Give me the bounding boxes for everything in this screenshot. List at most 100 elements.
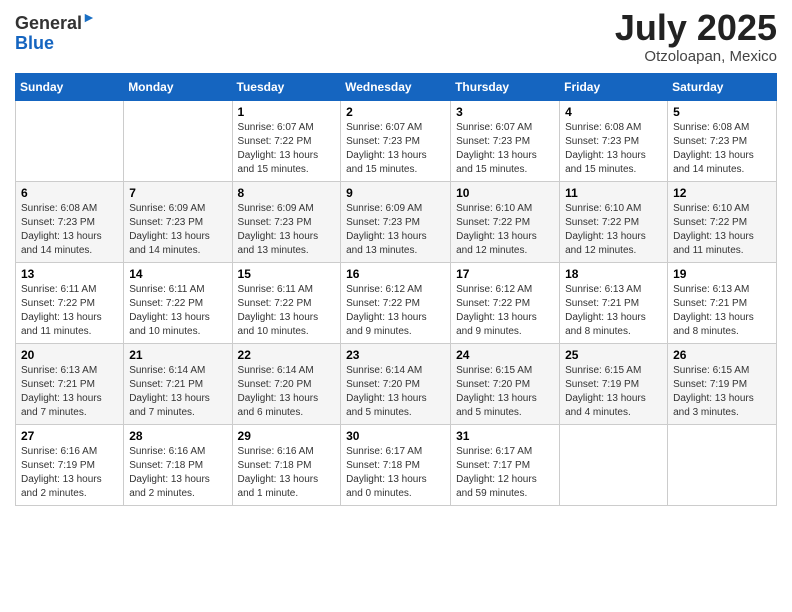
day-number: 13	[21, 267, 118, 281]
day-info: Sunrise: 6:07 AMSunset: 7:23 PMDaylight:…	[456, 121, 554, 177]
page-container: General► Blue July 2025 Otzoloapan, Mexi…	[0, 0, 792, 516]
table-row: 16 Sunrise: 6:12 AMSunset: 7:22 PMDayligh…	[341, 263, 451, 344]
day-info: Sunrise: 6:12 AMSunset: 7:22 PMDaylight:…	[456, 283, 554, 339]
logo: General► Blue	[15, 10, 96, 54]
day-number: 7	[129, 186, 226, 200]
day-info: Sunrise: 6:13 AMSunset: 7:21 PMDaylight:…	[21, 364, 118, 420]
day-info: Sunrise: 6:09 AMSunset: 7:23 PMDaylight:…	[346, 202, 445, 258]
day-number: 23	[346, 348, 445, 362]
table-row: 2 Sunrise: 6:07 AMSunset: 7:23 PMDaylight…	[341, 101, 451, 182]
table-row: 20 Sunrise: 6:13 AMSunset: 7:21 PMDayligh…	[16, 344, 124, 425]
day-number: 3	[456, 105, 554, 119]
logo-blue: Blue	[15, 33, 54, 53]
day-info: Sunrise: 6:09 AMSunset: 7:23 PMDaylight:…	[129, 202, 226, 258]
day-number: 26	[673, 348, 771, 362]
table-row: 4 Sunrise: 6:08 AMSunset: 7:23 PMDaylight…	[560, 101, 668, 182]
month-title: July 2025	[615, 10, 777, 46]
day-number: 17	[456, 267, 554, 281]
calendar-week-row: 6Sunrise: 6:08 AMSunset: 7:23 PMDaylight…	[16, 182, 777, 263]
day-info: Sunrise: 6:16 AMSunset: 7:18 PMDaylight:…	[129, 445, 226, 501]
day-number: 22	[238, 348, 336, 362]
day-number: 1	[238, 105, 336, 119]
day-info: Sunrise: 6:17 AMSunset: 7:18 PMDaylight:…	[346, 445, 445, 501]
calendar-week-row: 1 Sunrise: 6:07 AMSunset: 7:22 PMDaylight…	[16, 101, 777, 182]
table-row: 18 Sunrise: 6:13 AMSunset: 7:21 PMDayligh…	[560, 263, 668, 344]
day-number: 20	[21, 348, 118, 362]
day-number: 29	[238, 429, 336, 443]
location: Otzoloapan, Mexico	[615, 48, 777, 65]
day-info: Sunrise: 6:08 AMSunset: 7:23 PMDaylight:…	[565, 121, 662, 177]
table-row	[668, 425, 777, 506]
calendar-week-row: 13 Sunrise: 6:11 AMSunset: 7:22 PMDayligh…	[16, 263, 777, 344]
table-row: 5Sunrise: 6:08 AMSunset: 7:23 PMDaylight…	[668, 101, 777, 182]
table-row: 22 Sunrise: 6:14 AMSunset: 7:20 PMDayligh…	[232, 344, 341, 425]
table-row: 17 Sunrise: 6:12 AMSunset: 7:22 PMDayligh…	[451, 263, 560, 344]
calendar-table: Sunday Monday Tuesday Wednesday Thursday…	[15, 73, 777, 506]
table-row: 25Sunrise: 6:15 AMSunset: 7:19 PMDayligh…	[560, 344, 668, 425]
table-row: 31 Sunrise: 6:17 AMSunset: 7:17 PMDayligh…	[451, 425, 560, 506]
day-number: 18	[565, 267, 662, 281]
day-number: 4	[565, 105, 662, 119]
table-row: 3 Sunrise: 6:07 AMSunset: 7:23 PMDaylight…	[451, 101, 560, 182]
day-info: Sunrise: 6:14 AMSunset: 7:20 PMDaylight:…	[346, 364, 445, 420]
table-row	[124, 101, 232, 182]
calendar-week-row: 20 Sunrise: 6:13 AMSunset: 7:21 PMDayligh…	[16, 344, 777, 425]
day-number: 5	[673, 105, 771, 119]
table-row: 7 Sunrise: 6:09 AMSunset: 7:23 PMDaylight…	[124, 182, 232, 263]
day-info: Sunrise: 6:07 AMSunset: 7:22 PMDaylight:…	[238, 121, 336, 177]
day-info: Sunrise: 6:09 AMSunset: 7:23 PMDaylight:…	[238, 202, 336, 258]
table-row: 11Sunrise: 6:10 AMSunset: 7:22 PMDayligh…	[560, 182, 668, 263]
table-row: 10Sunrise: 6:10 AMSunset: 7:22 PMDayligh…	[451, 182, 560, 263]
day-info: Sunrise: 6:12 AMSunset: 7:22 PMDaylight:…	[346, 283, 445, 339]
day-number: 2	[346, 105, 445, 119]
calendar-header-row: Sunday Monday Tuesday Wednesday Thursday…	[16, 74, 777, 101]
day-info: Sunrise: 6:13 AMSunset: 7:21 PMDaylight:…	[673, 283, 771, 339]
day-info: Sunrise: 6:17 AMSunset: 7:17 PMDaylight:…	[456, 445, 554, 501]
day-number: 24	[456, 348, 554, 362]
day-info: Sunrise: 6:10 AMSunset: 7:22 PMDaylight:…	[673, 202, 771, 258]
day-info: Sunrise: 6:08 AMSunset: 7:23 PMDaylight:…	[21, 202, 118, 258]
table-row: 14 Sunrise: 6:11 AMSunset: 7:22 PMDayligh…	[124, 263, 232, 344]
day-info: Sunrise: 6:13 AMSunset: 7:21 PMDaylight:…	[565, 283, 662, 339]
day-info: Sunrise: 6:07 AMSunset: 7:23 PMDaylight:…	[346, 121, 445, 177]
day-number: 31	[456, 429, 554, 443]
day-number: 21	[129, 348, 226, 362]
logo-text: General► Blue	[15, 10, 96, 54]
table-row: 13 Sunrise: 6:11 AMSunset: 7:22 PMDayligh…	[16, 263, 124, 344]
day-info: Sunrise: 6:15 AMSunset: 7:19 PMDaylight:…	[673, 364, 771, 420]
table-row: 21Sunrise: 6:14 AMSunset: 7:21 PMDayligh…	[124, 344, 232, 425]
table-row: 19 Sunrise: 6:13 AMSunset: 7:21 PMDayligh…	[668, 263, 777, 344]
day-number: 30	[346, 429, 445, 443]
col-friday: Friday	[560, 74, 668, 101]
logo-general: General	[15, 13, 82, 33]
table-row: 6Sunrise: 6:08 AMSunset: 7:23 PMDaylight…	[16, 182, 124, 263]
col-wednesday: Wednesday	[341, 74, 451, 101]
col-sunday: Sunday	[16, 74, 124, 101]
day-info: Sunrise: 6:16 AMSunset: 7:18 PMDaylight:…	[238, 445, 336, 501]
col-thursday: Thursday	[451, 74, 560, 101]
day-number: 15	[238, 267, 336, 281]
table-row: 29 Sunrise: 6:16 AMSunset: 7:18 PMDayligh…	[232, 425, 341, 506]
day-info: Sunrise: 6:11 AMSunset: 7:22 PMDaylight:…	[21, 283, 118, 339]
table-row: 26 Sunrise: 6:15 AMSunset: 7:19 PMDayligh…	[668, 344, 777, 425]
col-saturday: Saturday	[668, 74, 777, 101]
day-number: 25	[565, 348, 662, 362]
day-number: 27	[21, 429, 118, 443]
day-info: Sunrise: 6:14 AMSunset: 7:20 PMDaylight:…	[238, 364, 336, 420]
day-number: 9	[346, 186, 445, 200]
day-info: Sunrise: 6:10 AMSunset: 7:22 PMDaylight:…	[456, 202, 554, 258]
table-row: 28Sunrise: 6:16 AMSunset: 7:18 PMDayligh…	[124, 425, 232, 506]
day-number: 12	[673, 186, 771, 200]
day-number: 19	[673, 267, 771, 281]
title-block: July 2025 Otzoloapan, Mexico	[615, 10, 777, 65]
day-number: 14	[129, 267, 226, 281]
table-row: 30 Sunrise: 6:17 AMSunset: 7:18 PMDayligh…	[341, 425, 451, 506]
table-row: 15 Sunrise: 6:11 AMSunset: 7:22 PMDayligh…	[232, 263, 341, 344]
table-row	[560, 425, 668, 506]
day-info: Sunrise: 6:11 AMSunset: 7:22 PMDaylight:…	[238, 283, 336, 339]
col-tuesday: Tuesday	[232, 74, 341, 101]
day-number: 16	[346, 267, 445, 281]
day-info: Sunrise: 6:11 AMSunset: 7:22 PMDaylight:…	[129, 283, 226, 339]
table-row: 9 Sunrise: 6:09 AMSunset: 7:23 PMDaylight…	[341, 182, 451, 263]
calendar-week-row: 27Sunrise: 6:16 AMSunset: 7:19 PMDayligh…	[16, 425, 777, 506]
